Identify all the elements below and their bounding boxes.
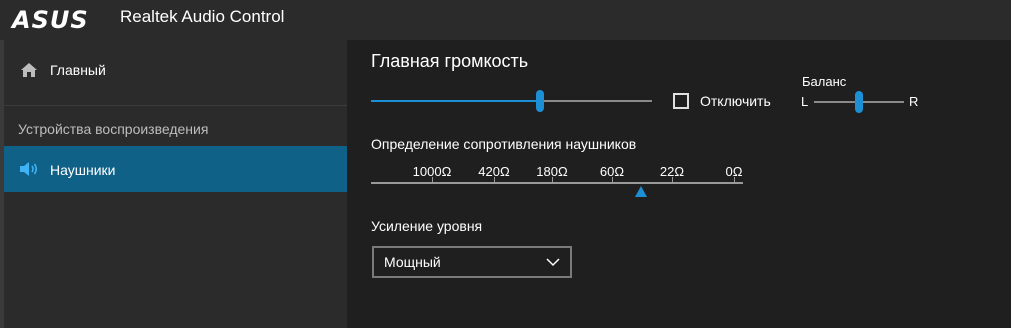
section-title: Устройства воспроизведения bbox=[18, 121, 209, 137]
balance-title: Баланс bbox=[802, 74, 847, 89]
impedance-pointer-icon bbox=[635, 186, 647, 197]
volume-slider-thumb[interactable] bbox=[535, 90, 544, 112]
gain-dropdown[interactable]: Мощный bbox=[372, 246, 572, 278]
sidebar-item-label: Главный bbox=[50, 62, 106, 78]
mute-checkbox[interactable] bbox=[673, 93, 689, 109]
page-title: Главная громкость bbox=[371, 51, 529, 71]
balance-left-label: L bbox=[801, 94, 809, 109]
speaker-icon bbox=[20, 162, 38, 176]
impedance-label: 22Ω bbox=[659, 164, 685, 179]
main-panel: Главная громкость Отключить Баланс L R О… bbox=[347, 40, 1011, 328]
asus-logo: ASUS bbox=[12, 6, 89, 34]
title-bar: ASUS Realtek Audio Control bbox=[0, 0, 1011, 40]
sidebar-item-label: Наушники bbox=[50, 162, 116, 178]
volume-slider-fill bbox=[371, 100, 540, 102]
impedance-label: 420Ω bbox=[478, 164, 510, 179]
sidebar-item-home[interactable]: Главный bbox=[4, 56, 347, 86]
impedance-label: 0Ω bbox=[725, 164, 743, 179]
home-icon bbox=[21, 63, 37, 77]
chevron-down-icon bbox=[546, 258, 560, 267]
gain-dropdown-value: Мощный bbox=[384, 254, 441, 270]
sidebar-item-headphones[interactable]: Наушники bbox=[4, 146, 347, 192]
mute-label[interactable]: Отключить bbox=[700, 93, 771, 109]
impedance-ruler bbox=[371, 182, 743, 184]
impedance-label: 1000Ω bbox=[412, 164, 452, 179]
sidebar: Главный Устройства воспроизведения Наушн… bbox=[4, 40, 347, 328]
balance-slider-thumb[interactable] bbox=[855, 91, 863, 113]
app-title: Realtek Audio Control bbox=[120, 7, 285, 26]
impedance-label: 180Ω bbox=[536, 164, 568, 179]
impedance-title: Определение сопротивления наушников bbox=[371, 136, 637, 152]
gain-title: Усиление уровня bbox=[371, 218, 483, 234]
impedance-label: 60Ω bbox=[599, 164, 625, 179]
balance-right-label: R bbox=[909, 94, 919, 109]
divider bbox=[4, 105, 347, 106]
